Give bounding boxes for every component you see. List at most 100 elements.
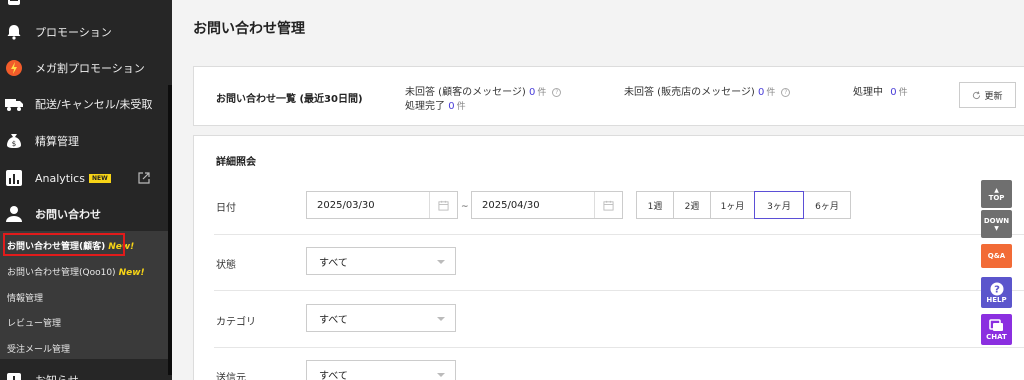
stat-completed[interactable]: 処理完了 0件 <box>405 97 466 112</box>
sidebar-item-notice[interactable]: お知らせ <box>0 370 168 380</box>
qa-button[interactable]: Q&A <box>981 244 1012 268</box>
stat-unit: 件 <box>766 88 776 98</box>
date-separator: ~ <box>461 202 469 212</box>
date-range-buttons: 1週 2週 1ヶ月 3ヶ月 6ヶ月 <box>636 191 851 219</box>
category-select-value: すべて <box>319 314 348 326</box>
row-divider <box>214 290 1024 291</box>
chat-label: CHAT <box>986 332 1007 341</box>
sidebar-item-shipping[interactable]: 配送/キャンセル/未受取 <box>0 94 168 114</box>
scroll-top-button[interactable]: ▲ TOP <box>981 180 1012 208</box>
scroll-top-label: TOP <box>988 193 1005 202</box>
help-circle-icon[interactable]: ? <box>781 87 791 97</box>
new-badge: NEW <box>88 173 111 183</box>
category-label: カテゴリ <box>216 317 256 328</box>
stat-label: 未回答 (販売店のメッセージ) <box>624 87 755 98</box>
date-label: 日付 <box>216 203 236 214</box>
chat-icon <box>989 318 1003 331</box>
status-label: 状態 <box>216 260 236 271</box>
sidebar-item-inquiry[interactable]: お問い合わせ <box>0 204 168 224</box>
stat-processing[interactable]: 処理中 0件 <box>853 83 908 98</box>
notice-icon <box>5 371 23 380</box>
sidebar-item-analytics[interactable]: Analytics NEW <box>0 168 168 188</box>
submenu-item-order-mail[interactable]: 受注メール管理 <box>7 342 70 355</box>
stat-count[interactable]: 0 <box>448 101 454 112</box>
range-button-1-month[interactable]: 1ヶ月 <box>710 191 755 219</box>
date-from-input[interactable]: 2025/03/30 <box>306 191 458 219</box>
date-to-value: 2025/04/30 <box>482 199 540 211</box>
mega-sale-icon <box>5 59 23 77</box>
sidebar-item-promotion[interactable]: プロモーション <box>0 22 168 42</box>
scroll-down-button[interactable]: DOWN ▼ <box>981 210 1012 238</box>
active-highlight-box <box>3 233 125 256</box>
range-button-6-months[interactable]: 6ヶ月 <box>803 191 851 219</box>
chat-button[interactable]: CHAT <box>981 314 1012 345</box>
submenu-item-review-management[interactable]: レビュー管理 <box>7 316 61 329</box>
stat-unit: 件 <box>456 102 466 112</box>
money-bag-icon: $ <box>5 132 23 150</box>
submenu-item-qoo10-inquiry[interactable]: お問い合わせ管理(Qoo10) New! <box>7 265 145 278</box>
sidebar-scrollbar[interactable] <box>168 85 172 375</box>
refresh-button[interactable]: 更新 <box>959 82 1016 108</box>
truck-icon <box>5 95 23 113</box>
chevron-down-icon <box>437 260 445 264</box>
sender-label: 送信元 <box>216 373 246 380</box>
sidebar-item-label: プロモーション <box>35 26 112 39</box>
sender-select-value: すべて <box>319 370 348 380</box>
status-select[interactable]: すべて <box>306 247 456 275</box>
calendar-icon[interactable] <box>429 192 457 218</box>
stat-unanswered-shop[interactable]: 未回答 (販売店のメッセージ) 0 件? <box>624 83 791 98</box>
submenu-item-label: お問い合わせ管理(Qoo10) <box>7 268 116 278</box>
qa-label: Q&A <box>987 252 1006 260</box>
stat-count[interactable]: 0 <box>758 87 764 98</box>
stat-unit: 件 <box>537 88 547 98</box>
sidebar-item-label: 配送/キャンセル/未受取 <box>35 98 153 111</box>
sidebar-item-label: Analytics <box>35 171 85 185</box>
calendar-icon[interactable] <box>594 192 622 218</box>
sidebar-item-label: お問い合わせ <box>35 208 101 221</box>
person-icon <box>5 205 23 223</box>
sidebar-item-label: お知らせ <box>35 372 79 380</box>
help-label: HELP <box>986 295 1007 304</box>
date-to-input[interactable]: 2025/04/30 <box>471 191 623 219</box>
help-circle-icon[interactable]: ? <box>552 87 562 97</box>
row-divider <box>214 234 1024 235</box>
stat-label: 処理完了 <box>405 101 445 112</box>
refresh-icon <box>973 90 981 99</box>
submenu-item-info-management[interactable]: 情報管理 <box>7 291 43 304</box>
submenu-item-label: 情報管理 <box>7 294 44 304</box>
range-button-2-weeks[interactable]: 2週 <box>673 191 711 219</box>
refresh-label: 更新 <box>984 91 1003 102</box>
sidebar: プロモーション メガ割プロモーション 配送/キャンセル/未受取 $ 精算管理 A… <box>0 0 172 380</box>
summary-title: お問い合わせ一覧 (最近30日間) <box>216 94 363 105</box>
chevron-down-icon <box>437 317 445 321</box>
sidebar-item-label: メガ割プロモーション <box>35 62 145 75</box>
external-link-icon[interactable] <box>138 172 150 184</box>
sender-select[interactable]: すべて <box>306 360 456 380</box>
help-button[interactable]: ? HELP <box>981 277 1012 308</box>
svg-text:?: ? <box>994 284 1000 295</box>
range-button-1-week[interactable]: 1週 <box>636 191 674 219</box>
category-select[interactable]: すべて <box>306 304 456 332</box>
detail-search-card: 詳細照会 日付 2025/03/30 ~ 2025/04/30 1週 2週 1ヶ… <box>193 135 1024 380</box>
sidebar-item-mega-promotion[interactable]: メガ割プロモーション <box>0 58 168 78</box>
question-icon: ? <box>990 282 1003 295</box>
detail-title: 詳細照会 <box>216 157 256 168</box>
submenu-item-label: 受注メール管理 <box>7 345 71 355</box>
stat-count[interactable]: 0 <box>529 87 535 98</box>
arrow-down-icon: ▼ <box>994 224 999 232</box>
document-icon <box>5 0 23 7</box>
scroll-down-label: DOWN <box>983 216 1010 225</box>
sidebar-item-label: 精算管理 <box>35 135 79 148</box>
stat-unit: 件 <box>898 88 908 98</box>
stat-unanswered-customer[interactable]: 未回答 (顧客のメッセージ) 0 件? <box>405 83 562 98</box>
range-button-3-months[interactable]: 3ヶ月 <box>754 191 804 219</box>
row-divider <box>214 347 1024 348</box>
svg-text:$: $ <box>12 140 16 148</box>
page-title: お問い合わせ管理 <box>193 21 305 37</box>
inquiry-summary-card: お問い合わせ一覧 (最近30日間) 未回答 (顧客のメッセージ) 0 件? 処理完… <box>193 66 1024 126</box>
stat-count[interactable]: 0 <box>890 87 896 98</box>
sidebar-item-top-partial[interactable] <box>0 0 168 8</box>
sidebar-item-settlement[interactable]: $ 精算管理 <box>0 131 168 151</box>
bell-icon <box>5 23 23 41</box>
chevron-down-icon <box>437 373 445 377</box>
